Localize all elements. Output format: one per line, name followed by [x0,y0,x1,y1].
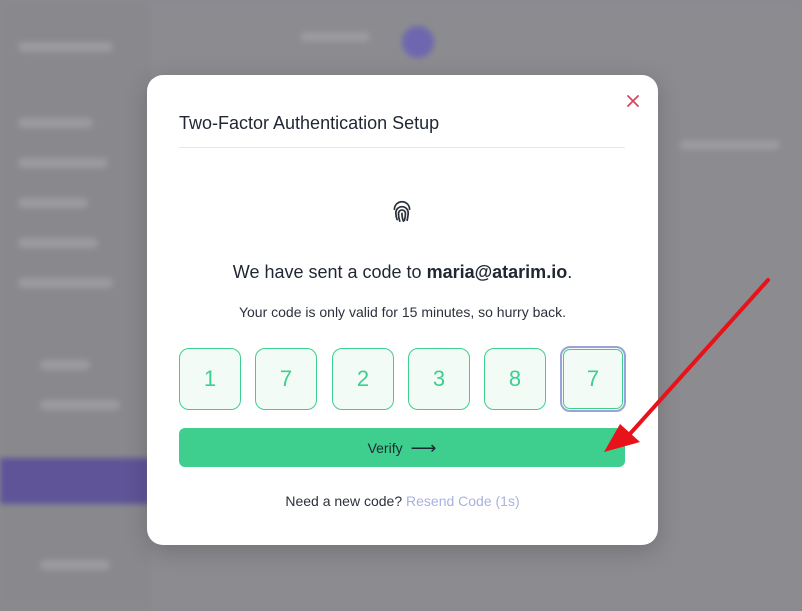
code-sent-message: We have sent a code to maria@atarim.io. [147,262,658,283]
two-factor-modal: Two-Factor Authentication Setup We have … [147,75,658,545]
verify-button[interactable]: Verify ⟶ [179,428,625,467]
code-digit-4[interactable]: 3 [408,348,470,410]
code-digit-2[interactable]: 7 [255,348,317,410]
arrow-right-icon: ⟶ [410,437,437,458]
code-sent-prefix: We have sent a code to [232,262,427,282]
resend-row: Need a new code? Resend Code (1s) [147,493,658,509]
resend-code-link[interactable]: Resend Code (1s) [406,493,520,509]
code-digit-1[interactable]: 1 [179,348,241,410]
close-icon [627,95,639,107]
verification-code-inputs: 1 7 2 3 8 7 [179,346,626,412]
code-validity-note: Your code is only valid for 15 minutes, … [238,304,567,320]
resend-prompt: Need a new code? [285,493,403,509]
title-divider [179,147,625,148]
close-button[interactable] [623,91,643,111]
modal-title: Two-Factor Authentication Setup [179,113,440,133]
code-digit-5[interactable]: 8 [484,348,546,410]
recipient-email: maria@atarim.io [426,262,568,282]
code-digit-6[interactable]: 7 [560,346,626,412]
code-sent-suffix: . [567,262,573,282]
code-digit-3[interactable]: 2 [332,348,394,410]
fingerprint-icon [393,200,411,223]
verify-label: Verify [367,439,403,456]
